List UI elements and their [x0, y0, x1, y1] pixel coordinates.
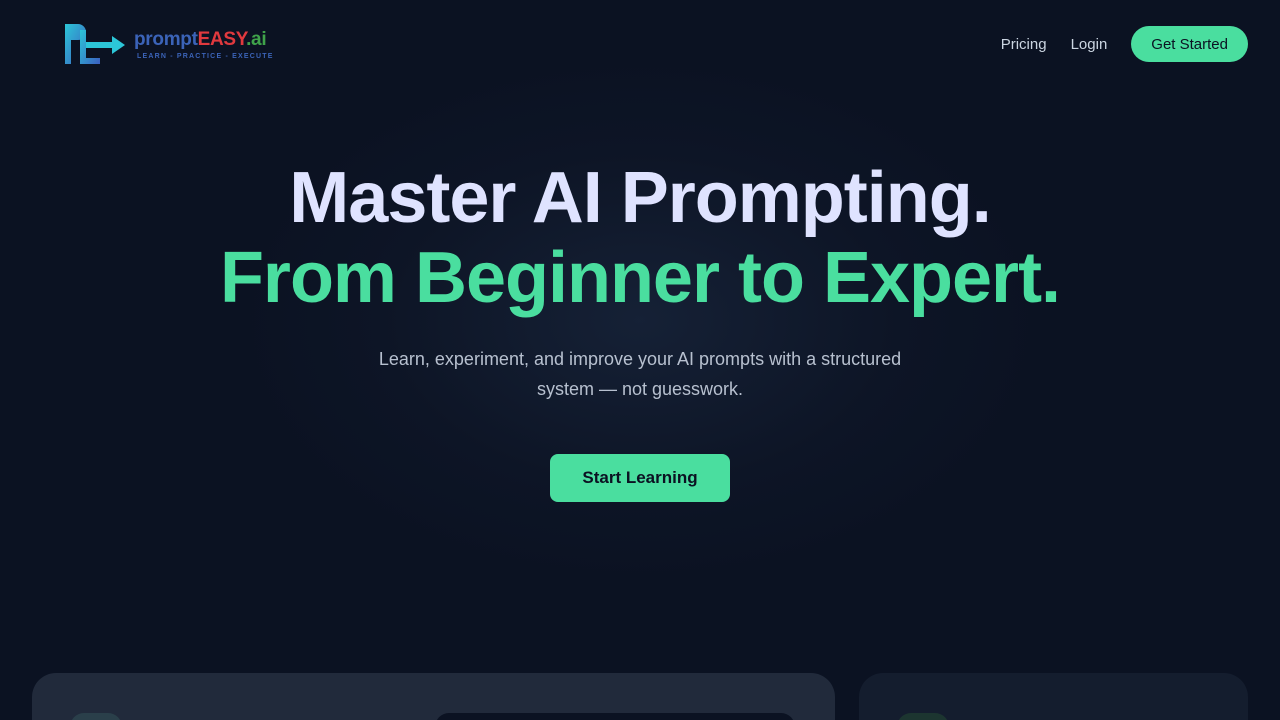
brand-logo[interactable]: promptEASY.ai LEARN - PRACTICE - EXECUTE — [62, 20, 274, 68]
brand-tagline: LEARN - PRACTICE - EXECUTE — [137, 52, 274, 60]
brand-name-part-prompt: prompt — [134, 28, 198, 50]
nav-link-pricing[interactable]: Pricing — [1001, 36, 1047, 53]
hero-subtitle: Learn, experiment, and improve your AI p… — [378, 349, 902, 399]
brand-name: promptEASY.ai — [134, 29, 274, 51]
feature-card-icon-badge — [70, 713, 122, 720]
top-nav-bar: promptEASY.ai LEARN - PRACTICE - EXECUTE… — [0, 0, 1280, 88]
feature-card-side — [859, 673, 1248, 720]
feature-card-side-icon-badge — [897, 713, 949, 720]
brand-logo-icon — [65, 24, 125, 64]
feature-card-preview-panel — [435, 713, 795, 720]
hero-section: Master AI Prompting. From Beginner to Ex… — [0, 158, 1280, 502]
start-learning-button[interactable]: Start Learning — [550, 454, 730, 502]
get-started-button[interactable]: Get Started — [1131, 26, 1248, 62]
hero-title-line-2: From Beginner to Expert. — [219, 238, 1061, 318]
primary-nav: Pricing Login Get Started — [1001, 26, 1248, 62]
brand-wordmark: promptEASY.ai LEARN - PRACTICE - EXECUTE — [134, 29, 274, 60]
brand-name-part-ai: .ai — [246, 28, 267, 50]
brand-name-part-easy: EASY — [197, 28, 247, 50]
nav-link-login[interactable]: Login — [1071, 36, 1108, 53]
feature-card-main — [32, 673, 835, 720]
hero-title-line-1: Master AI Prompting. — [289, 158, 991, 238]
